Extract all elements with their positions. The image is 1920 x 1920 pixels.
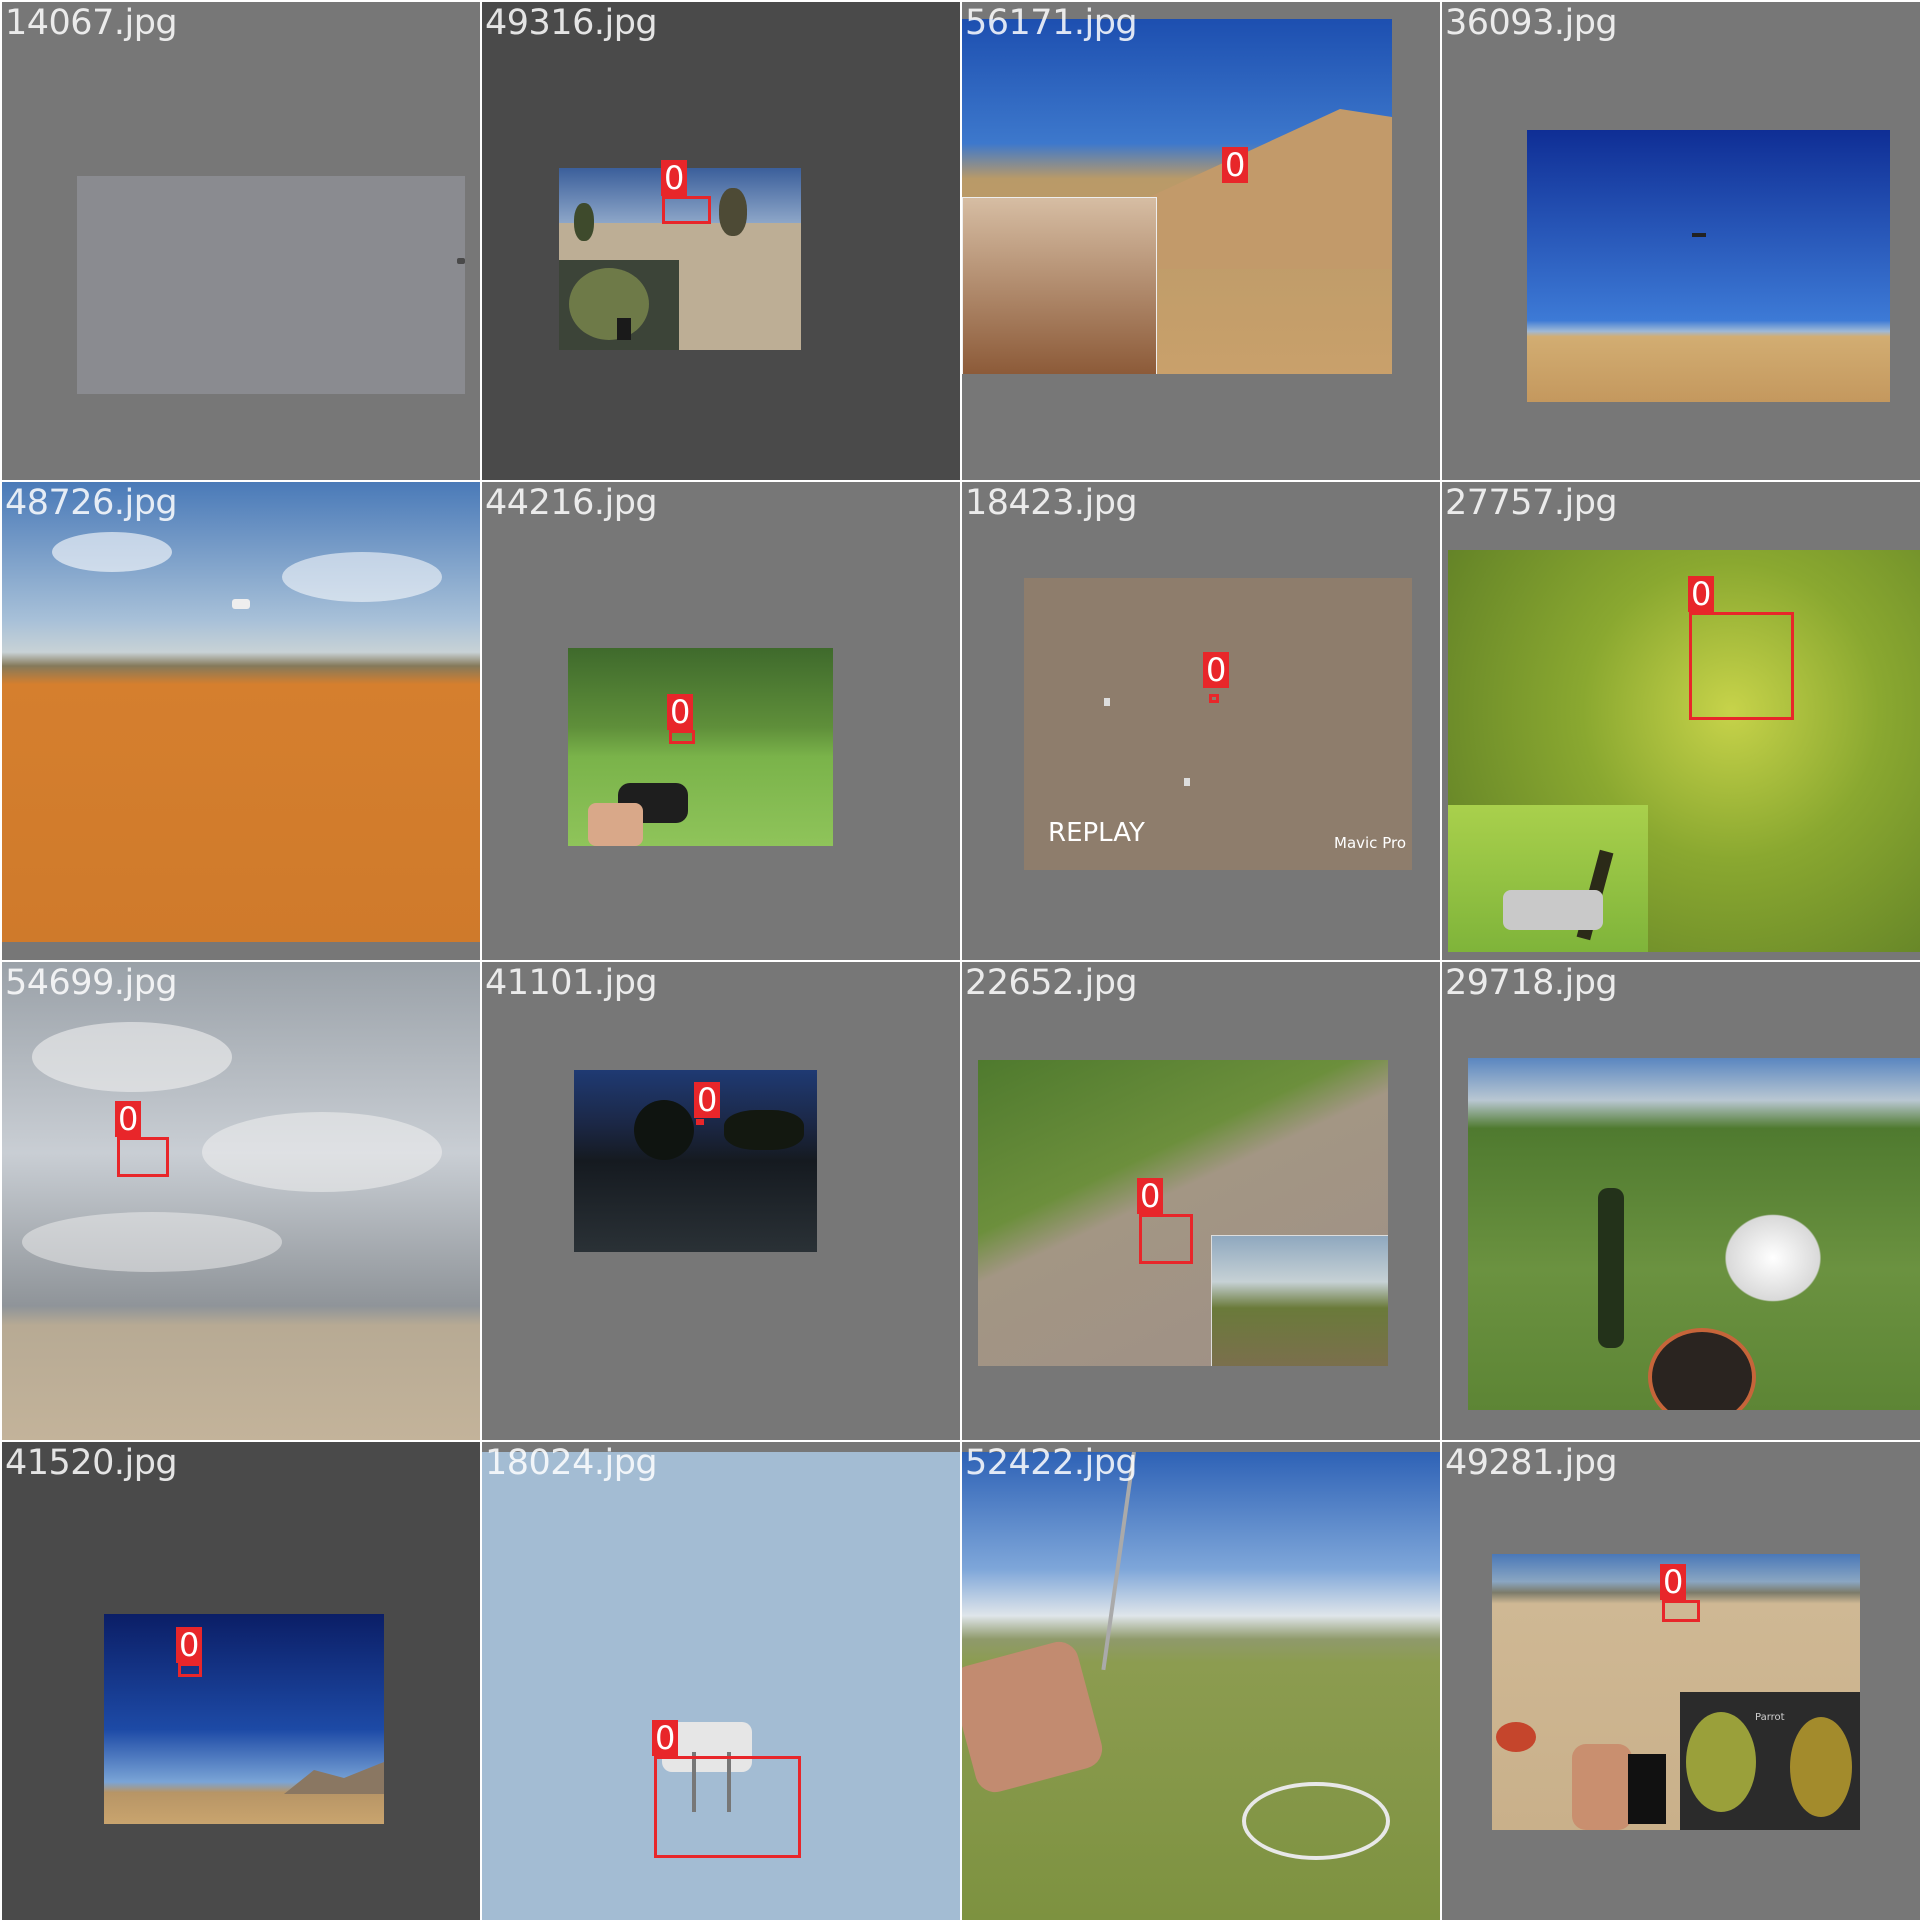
class-label: 0: [1660, 1564, 1687, 1600]
filename-label: 48726.jpg: [5, 483, 178, 523]
filename-label: 41101.jpg: [485, 963, 658, 1003]
filename-label: 41520.jpg: [5, 1443, 178, 1483]
replay-label: REPLAY: [1048, 818, 1145, 848]
filename-label: 36093.jpg: [1445, 3, 1618, 43]
photo: [962, 19, 1392, 374]
tile-41101: 0 41101.jpg: [482, 962, 960, 1440]
tile-44216: 0 44216.jpg: [482, 482, 960, 960]
photo: [978, 1060, 1388, 1366]
detection-box: [669, 730, 695, 744]
detection-box: [662, 196, 711, 224]
tile-22652: 0 22652.jpg: [962, 962, 1440, 1440]
tile-14067: 14067.jpg: [2, 2, 480, 480]
detection-mosaic: 14067.jpg 0 49316.jpg 0 56171.jpg 36093.…: [0, 0, 1920, 1920]
tile-18423: REPLAY Mavic Pro 0 18423.jpg: [962, 482, 1440, 960]
tile-56171: 0 56171.jpg: [962, 2, 1440, 480]
class-label: 0: [1222, 147, 1249, 183]
filename-label: 18423.jpg: [965, 483, 1138, 523]
tile-29718: 29718.jpg: [1442, 962, 1920, 1440]
filename-label: 49281.jpg: [1445, 1443, 1618, 1483]
filename-label: 18024.jpg: [485, 1443, 658, 1483]
tile-49316: 0 49316.jpg: [482, 2, 960, 480]
detection-box: [1139, 1214, 1193, 1264]
filename-label: 52422.jpg: [965, 1443, 1138, 1483]
detection-box: [696, 1119, 704, 1125]
class-label: 0: [661, 160, 688, 196]
tile-41520: 0 41520.jpg: [2, 1442, 480, 1920]
filename-label: 14067.jpg: [5, 3, 178, 43]
filename-label: 29718.jpg: [1445, 963, 1618, 1003]
class-label: 0: [176, 1627, 203, 1663]
detection-box: [1209, 694, 1219, 703]
detection-box: [1689, 612, 1794, 720]
tile-49281: Parrot 0 49281.jpg: [1442, 1442, 1920, 1920]
filename-label: 49316.jpg: [485, 3, 658, 43]
class-label: 0: [667, 694, 694, 730]
tile-36093: 36093.jpg: [1442, 2, 1920, 480]
class-label: 0: [1688, 576, 1715, 612]
class-label: 0: [694, 1082, 721, 1118]
detection-box: [654, 1756, 801, 1858]
detection-box: [1662, 1600, 1700, 1622]
detection-box: [178, 1663, 202, 1677]
class-label: 0: [1203, 652, 1230, 688]
tile-18024: 0 18024.jpg: [482, 1442, 960, 1920]
tile-27757: 0 27757.jpg: [1442, 482, 1920, 960]
photo: REPLAY Mavic Pro: [1024, 578, 1412, 870]
class-label: 0: [652, 1720, 679, 1756]
photo: [962, 1452, 1440, 1920]
class-label: 0: [115, 1101, 142, 1137]
photo: [77, 176, 465, 394]
photo: [104, 1614, 384, 1824]
tile-48726: 48726.jpg: [2, 482, 480, 960]
filename-label: 56171.jpg: [965, 3, 1138, 43]
detection-box: [117, 1137, 169, 1177]
photo: [1448, 550, 1920, 952]
model-label: Mavic Pro: [1334, 834, 1406, 852]
photo: [568, 648, 833, 846]
photo: [1468, 1058, 1920, 1410]
class-label: 0: [1137, 1178, 1164, 1214]
filename-label: 54699.jpg: [5, 963, 178, 1003]
photo: [2, 962, 480, 1440]
photo: [2, 482, 480, 942]
filename-label: 44216.jpg: [485, 483, 658, 523]
filename-label: 27757.jpg: [1445, 483, 1618, 523]
tile-54699: 0 54699.jpg: [2, 962, 480, 1440]
filename-label: 22652.jpg: [965, 963, 1138, 1003]
photo: [1527, 130, 1890, 402]
app-title: Parrot: [1755, 1712, 1785, 1723]
tile-52422: 52422.jpg: [962, 1442, 1440, 1920]
